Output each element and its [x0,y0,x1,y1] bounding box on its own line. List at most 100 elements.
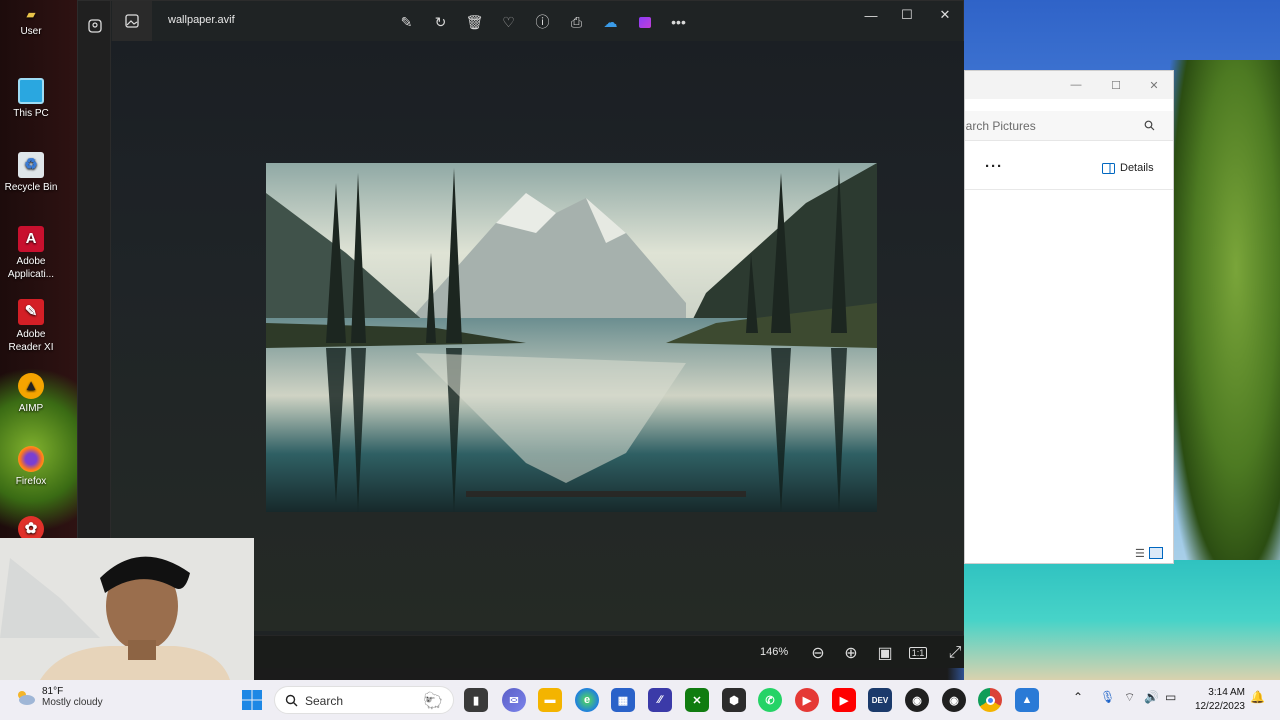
media-player-app[interactable]: ▶ [795,688,819,712]
view-switcher: ☰ [1135,547,1163,560]
photos-icon: ▲ [1021,694,1033,706]
windows-logo-icon [242,690,262,710]
start-button[interactable] [241,689,263,711]
desktop-icon-label: Recycle Bin [4,182,58,193]
chevron-up-icon: ⌃ [1073,690,1084,704]
folder-icon: ▰ [26,9,36,21]
notifications-button[interactable]: 🔔 [1250,690,1265,704]
wallpaper-palm [1170,60,1280,580]
edit-image-button[interactable]: ✎ [393,9,420,35]
desktop-icon-label: Adobe Applicati... [7,256,55,280]
search-icon [285,694,298,707]
obs-app[interactable]: ◉ [905,688,929,712]
microphone-button[interactable]: 🎙 [1100,690,1115,704]
photos-tab[interactable] [112,1,152,41]
task-view-icon: ▮ [472,694,480,707]
chrome-app[interactable] [978,688,1002,712]
onedrive-button[interactable]: ☁ [597,9,624,35]
desktop-icon-adobe-applications[interactable]: A Adobe Applicati... [0,226,62,281]
search-icon [1144,120,1155,131]
desktop-icon-label: Firefox [15,476,47,487]
adobe-icon: A [18,226,44,252]
delete-button[interactable]: 🗑 [461,9,488,35]
whatsapp-app[interactable]: ✆ [758,688,782,712]
youtube-icon: ▶ [839,694,849,707]
explorer-search-input[interactable]: earch Pictures [964,111,1173,141]
battery-button[interactable]: ▭ [1165,690,1176,704]
search-placeholder: earch Pictures [964,119,1036,133]
wifi-button[interactable]: ⌔ [1124,690,1135,705]
photos-app[interactable]: ▲ [1015,688,1039,712]
whatsapp-icon: ✆ [765,694,775,707]
weather-widget[interactable]: 81°F Mostly cloudy [14,686,103,708]
clipchamp-icon [638,16,651,28]
window-title: wallpaper.avif [168,14,235,26]
taskbar: 81°F Mostly cloudy Search 🐑 ▮ ✉ ▬ e ▦ ∕∕… [0,680,1280,720]
desktop-icon-aimp[interactable]: ▲ AIMP [0,373,62,415]
info-icon: ⓘ [535,14,550,30]
rotate-button[interactable]: ↻ [427,9,454,35]
task-view-app[interactable]: ▮ [464,688,488,712]
webcam-overlay [0,538,254,680]
taskbar-search-label: Search [305,694,344,708]
volume-button[interactable]: 🔊 [1144,690,1159,704]
math-app[interactable]: ∕∕ [648,688,672,712]
maximize-button[interactable]: ☐ [888,1,926,29]
see-more-button[interactable]: ··· [985,158,1003,175]
zoom-in-icon: ⊕ [844,645,858,662]
obs-recording-app[interactable]: ◉ [942,688,966,712]
close-icon: ✕ [1149,79,1159,92]
desktop-icon-adobe-reader[interactable]: ✎ Adobe Reader XI [0,299,62,354]
clock-time: 3:14 AM [1208,687,1245,698]
fit-window-icon: ▣ [877,645,893,662]
explorer-command-bar: ··· Details [965,146,1173,190]
desktop-icon-this-pc[interactable]: This PC [0,78,62,120]
dev-cpp-app[interactable]: DEV [868,688,892,712]
dev-icon: DEV [871,695,889,705]
more-options-button[interactable]: ••• [665,9,692,35]
close-button[interactable]: ✕ [926,1,964,29]
obs-icon: ◉ [912,694,922,707]
explorer-minimize-button[interactable]: — [1061,75,1091,95]
desktop-icon-firefox[interactable]: Firefox [0,446,62,488]
cloudy-weather-icon [18,691,35,705]
clipchamp-button[interactable] [631,9,658,35]
desktop-icon-label: User [20,26,42,37]
desktop-icon-recycle-bin[interactable]: ♻ Recycle Bin [0,152,62,194]
xbox-app[interactable]: ✕ [685,688,709,712]
edge-app[interactable]: e [575,688,599,712]
print-button[interactable]: ⎙ [563,9,590,35]
close-icon: ✕ [939,7,951,22]
file-explorer-app[interactable]: ▬ [538,688,562,712]
edit-image-icon: ✎ [400,13,413,30]
minimize-button[interactable]: — [852,1,890,29]
youtube-app[interactable]: ▶ [832,688,856,712]
file-explorer-window: — ☐ ✕ earch Pictures ··· Details ☰ [964,70,1174,564]
details-pane-button[interactable]: Details [1102,162,1154,174]
gallery-button[interactable] [78,9,111,43]
fit-window-button[interactable]: ▣ [874,642,896,664]
chat-icon: ✉ [509,694,519,707]
details-view-icon[interactable]: ☰ [1135,547,1145,560]
zoom-in-button[interactable]: ⊕ [840,642,862,664]
large-icons-view-icon[interactable] [1148,547,1163,559]
explorer-close-button[interactable]: ✕ [1139,75,1169,95]
microsoft-store-app[interactable]: ▦ [611,688,635,712]
system-clock[interactable]: 3:14 AM 12/22/2023 [1190,686,1245,714]
chrome-icon [985,695,995,705]
actual-size-button[interactable]: 1:1 [907,642,929,664]
taskbar-search-box[interactable]: Search 🐑 [274,686,454,714]
zoom-out-button[interactable]: ⊖ [807,642,829,664]
teams-chat-app[interactable]: ✉ [502,688,526,712]
virtualbox-app[interactable]: ⬢ [722,688,746,712]
desktop-icon-user[interactable]: ▰ User [0,8,62,38]
favorite-button[interactable]: ♡ [495,9,522,35]
show-hidden-icons-button[interactable]: ⌃ [1073,690,1083,704]
minimize-icon: — [864,7,878,23]
explorer-maximize-button[interactable]: ☐ [1101,75,1131,95]
fullscreen-button[interactable]: ⤢ [944,642,966,664]
info-button[interactable]: ⓘ [529,9,556,35]
zoom-out-icon: ⊖ [811,645,825,662]
wallpaper-beach [964,560,1280,680]
desktop-icon-label: Adobe Reader XI [8,329,54,353]
